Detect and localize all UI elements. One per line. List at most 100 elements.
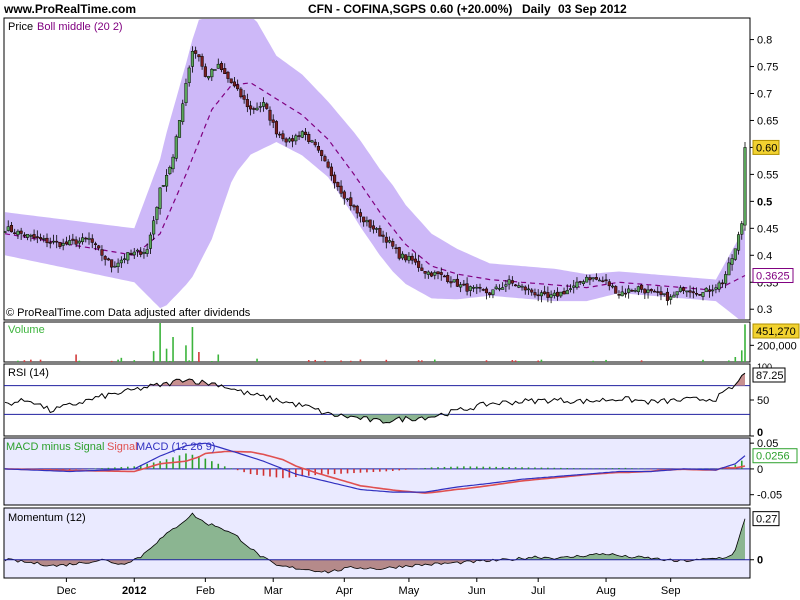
candle-body bbox=[649, 289, 653, 292]
candle-body bbox=[688, 290, 692, 293]
macd-histogram-bar bbox=[572, 468, 575, 469]
candle-body bbox=[446, 275, 450, 282]
macd-histogram-bar bbox=[204, 458, 207, 469]
candle-body bbox=[213, 69, 217, 71]
macd-histogram-bar bbox=[211, 461, 213, 469]
candle-body bbox=[100, 249, 104, 256]
candle-body bbox=[287, 138, 291, 142]
candle-body bbox=[274, 121, 278, 135]
volume-bar bbox=[198, 352, 200, 362]
macd-histogram-bar bbox=[501, 466, 504, 469]
candle-body bbox=[678, 287, 682, 292]
macd-histogram-bar bbox=[521, 467, 523, 469]
macd-histogram-bar bbox=[534, 467, 536, 469]
volume-bar bbox=[169, 360, 171, 362]
price-panel-title: Price bbox=[8, 21, 33, 33]
candle-body bbox=[439, 272, 443, 275]
rsi-last-value: 87.25 bbox=[756, 370, 784, 382]
x-tick-label: 2012 bbox=[122, 585, 146, 597]
candle-body bbox=[216, 63, 220, 69]
macd-histogram-bar bbox=[547, 467, 549, 469]
candle-body bbox=[103, 256, 107, 260]
macd-histogram-bar bbox=[353, 468, 355, 474]
volume-bar bbox=[133, 360, 136, 362]
candle-body bbox=[449, 281, 453, 284]
macd-histogram-bar bbox=[120, 467, 123, 469]
candle-body bbox=[724, 274, 728, 284]
candle-body bbox=[659, 291, 663, 295]
candle-body bbox=[219, 63, 224, 70]
candle-body bbox=[307, 133, 311, 142]
stock-chart: Price Boll middle (20 2) © ProRealTime.com… bbox=[3, 17, 800, 597]
candle-body bbox=[378, 227, 382, 237]
candle-body bbox=[407, 256, 411, 261]
candle-body bbox=[281, 133, 285, 140]
macd-histogram-bar bbox=[379, 468, 381, 472]
candle-body bbox=[22, 234, 26, 237]
candle-body bbox=[394, 247, 398, 250]
macd-histogram-bar bbox=[650, 468, 653, 470]
candle-body bbox=[381, 234, 385, 237]
price-tick-label: 0.45 bbox=[757, 223, 778, 235]
macd-histogram-bar bbox=[262, 468, 265, 476]
candle-body bbox=[174, 136, 178, 159]
candle-body bbox=[740, 223, 744, 235]
volume-bar bbox=[744, 324, 746, 362]
candle-body bbox=[232, 81, 236, 87]
candle-body bbox=[375, 228, 379, 230]
chart-stage: www.ProRealTime.com CFN - COFINA,SGPS 0.… bbox=[0, 0, 800, 600]
volume-bar bbox=[117, 359, 119, 362]
candle-body bbox=[139, 251, 143, 255]
macd-histogram-bar bbox=[404, 468, 407, 470]
candle-body bbox=[523, 286, 527, 291]
candle-body bbox=[38, 237, 43, 240]
volume-bar bbox=[537, 360, 539, 362]
bollinger-label: Boll middle (20 2) bbox=[37, 21, 123, 33]
volume-bar bbox=[17, 360, 19, 362]
x-tick-label: Jun bbox=[468, 585, 486, 597]
candle-body bbox=[158, 187, 162, 209]
macd-histogram-bar bbox=[269, 468, 271, 477]
x-tick-label: May bbox=[399, 585, 420, 597]
volume-tick-label: 200,000 bbox=[757, 340, 797, 352]
candle-body bbox=[236, 84, 240, 90]
candle-body bbox=[187, 67, 191, 83]
candle-body bbox=[494, 286, 498, 289]
macd-histogram-bar bbox=[631, 468, 633, 469]
macd-histogram-bar bbox=[346, 468, 349, 474]
candle-body bbox=[365, 220, 369, 223]
candle-body bbox=[184, 83, 188, 104]
candle-body bbox=[669, 296, 673, 300]
candle-body bbox=[481, 289, 485, 291]
candle-body bbox=[226, 71, 230, 79]
candle-body bbox=[665, 291, 669, 301]
candle-body bbox=[391, 241, 395, 247]
candle-body bbox=[358, 212, 363, 217]
macd-histogram-bar bbox=[81, 468, 84, 470]
candle-body bbox=[242, 95, 246, 100]
macd-histogram-bar bbox=[327, 468, 329, 475]
candle-body bbox=[536, 294, 540, 297]
candle-body bbox=[106, 258, 110, 261]
data-footnote: © ProRealTime.com Data adjusted after di… bbox=[6, 307, 251, 319]
macd-histogram-bar bbox=[107, 467, 110, 469]
candle-body bbox=[81, 237, 85, 243]
candle-body bbox=[430, 272, 434, 277]
candle-body bbox=[643, 288, 647, 294]
volume-bar bbox=[152, 351, 155, 362]
candle-body bbox=[533, 292, 537, 296]
candle-body bbox=[685, 290, 689, 293]
candle-body bbox=[627, 288, 631, 293]
candle-body bbox=[97, 245, 101, 249]
macd-histogram-bar bbox=[585, 468, 588, 469]
candle-body bbox=[701, 292, 705, 297]
volume-bar bbox=[734, 357, 737, 362]
candle-body bbox=[404, 254, 408, 261]
macd-histogram-bar bbox=[411, 468, 413, 470]
candle-body bbox=[194, 50, 198, 54]
candle-body bbox=[135, 249, 140, 252]
volume-bar bbox=[78, 360, 81, 362]
candle-body bbox=[26, 233, 30, 238]
candle-body bbox=[152, 220, 156, 235]
candle-body bbox=[68, 240, 72, 246]
